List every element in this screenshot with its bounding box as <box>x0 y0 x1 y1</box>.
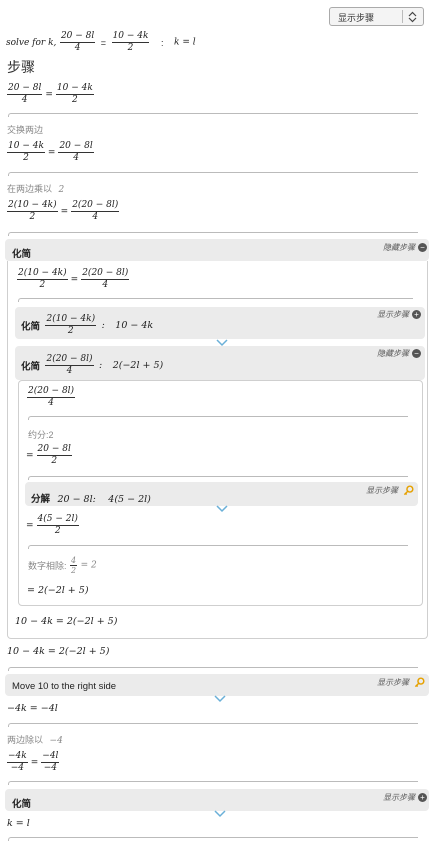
factor-step-content: 分解 20 − 8l: 4(5 − 2l) <box>31 494 151 505</box>
key-icon <box>404 485 414 496</box>
divider <box>8 781 418 785</box>
equation-step-2: 10 − 4k 2 = 20 − 8l 4 <box>7 141 94 163</box>
show-steps-button[interactable]: 显示步骤 + <box>383 792 427 803</box>
show-steps-button[interactable]: 显示步骤 <box>377 677 425 688</box>
swap-sides-label: 交换两边 <box>7 125 44 135</box>
simplify-label: 化简 <box>12 249 32 260</box>
divider <box>8 723 418 727</box>
minus-circle-icon: − <box>412 349 421 359</box>
equation-step-3: 2(10 − 4k) 2 = 2(20 − 8l) 4 <box>7 200 120 222</box>
final-answer: k = l <box>7 818 30 829</box>
plus-circle-icon: + <box>418 793 427 803</box>
simplify-final-label: 化简 <box>12 799 32 810</box>
divide-numbers-label: 数字相除: 42 = 2 <box>28 556 97 575</box>
minus-circle-icon: − <box>418 243 427 253</box>
simplify-final-step[interactable] <box>5 789 429 811</box>
reduce-label: 约分:2 <box>28 430 54 440</box>
substep-2-final: = 2(−2l + 5) <box>27 585 89 596</box>
divide-both-sides-label: 两边除以 −4 <box>7 735 63 746</box>
lhs-fraction: 20 − 8l 4 <box>59 31 96 53</box>
chevron-down-icon[interactable] <box>214 695 226 703</box>
divider <box>18 298 413 302</box>
equation-after-simplify: 10 − 4k = 2(−2l + 5) <box>7 646 110 657</box>
divider <box>8 667 418 671</box>
divider <box>8 113 418 117</box>
equation-divided: −4k −4 = −4l −4 <box>7 751 60 773</box>
divider <box>28 416 408 420</box>
hide-steps-button[interactable]: 隐藏步骤 − <box>383 242 427 253</box>
dropdown-label: 显示步骤 <box>338 13 375 23</box>
steps-title: 步骤 <box>7 60 35 76</box>
key-icon <box>415 677 425 688</box>
substep-1-content: 化简 2(10 − 4k) 2 : 10 − 4k <box>21 314 154 336</box>
chevron-down-icon[interactable] <box>214 810 226 818</box>
solve-prefix: solve for k, <box>6 37 57 48</box>
show-steps-button[interactable]: 显示步骤 + <box>377 309 421 320</box>
divider <box>28 476 408 480</box>
simplify-inner-result: 10 − 4k = 2(−2l + 5) <box>15 616 118 627</box>
reduce-result: = 20 − 8l 2 <box>26 444 72 466</box>
solution-result: k = l <box>174 37 196 48</box>
plus-circle-icon: + <box>412 310 421 320</box>
hide-steps-button[interactable]: 隐藏步骤 − <box>377 348 421 359</box>
divider <box>28 545 408 549</box>
move-step-label: Move 10 to the right side <box>12 681 117 692</box>
divider <box>8 837 418 841</box>
updown-arrows-icon <box>408 11 417 23</box>
equation-after-move: −4k = −4l <box>7 703 58 714</box>
simplify-step-header[interactable] <box>5 239 429 261</box>
multiply-label: 在两边乘以 2 <box>7 184 65 195</box>
problem-statement: solve for k, 20 − 8l 4 = 10 − 4k 2 : k = l <box>6 31 196 53</box>
factor-result: = 4(5 − 2l) 2 <box>26 514 79 536</box>
show-steps-button[interactable]: 显示步骤 <box>366 485 414 496</box>
chevron-down-icon[interactable] <box>216 505 228 513</box>
divider <box>8 172 418 176</box>
dropdown-divider <box>402 10 403 23</box>
show-steps-dropdown[interactable]: 显示步骤 <box>329 7 424 26</box>
substep-2-content: 化简 2(20 − 8l) 4 : 2(−2l + 5) <box>21 354 164 376</box>
substep-2-start: 2(20 − 8l) 4 <box>27 386 76 408</box>
equation-step-1: 20 − 8l 4 = 10 − 4k 2 <box>7 83 94 105</box>
simplify-inner-equation: 2(10 − 4k) 2 = 2(20 − 8l) 4 <box>17 268 130 290</box>
rhs-fraction: 10 − 4k 2 <box>111 31 150 53</box>
divider <box>8 232 418 236</box>
